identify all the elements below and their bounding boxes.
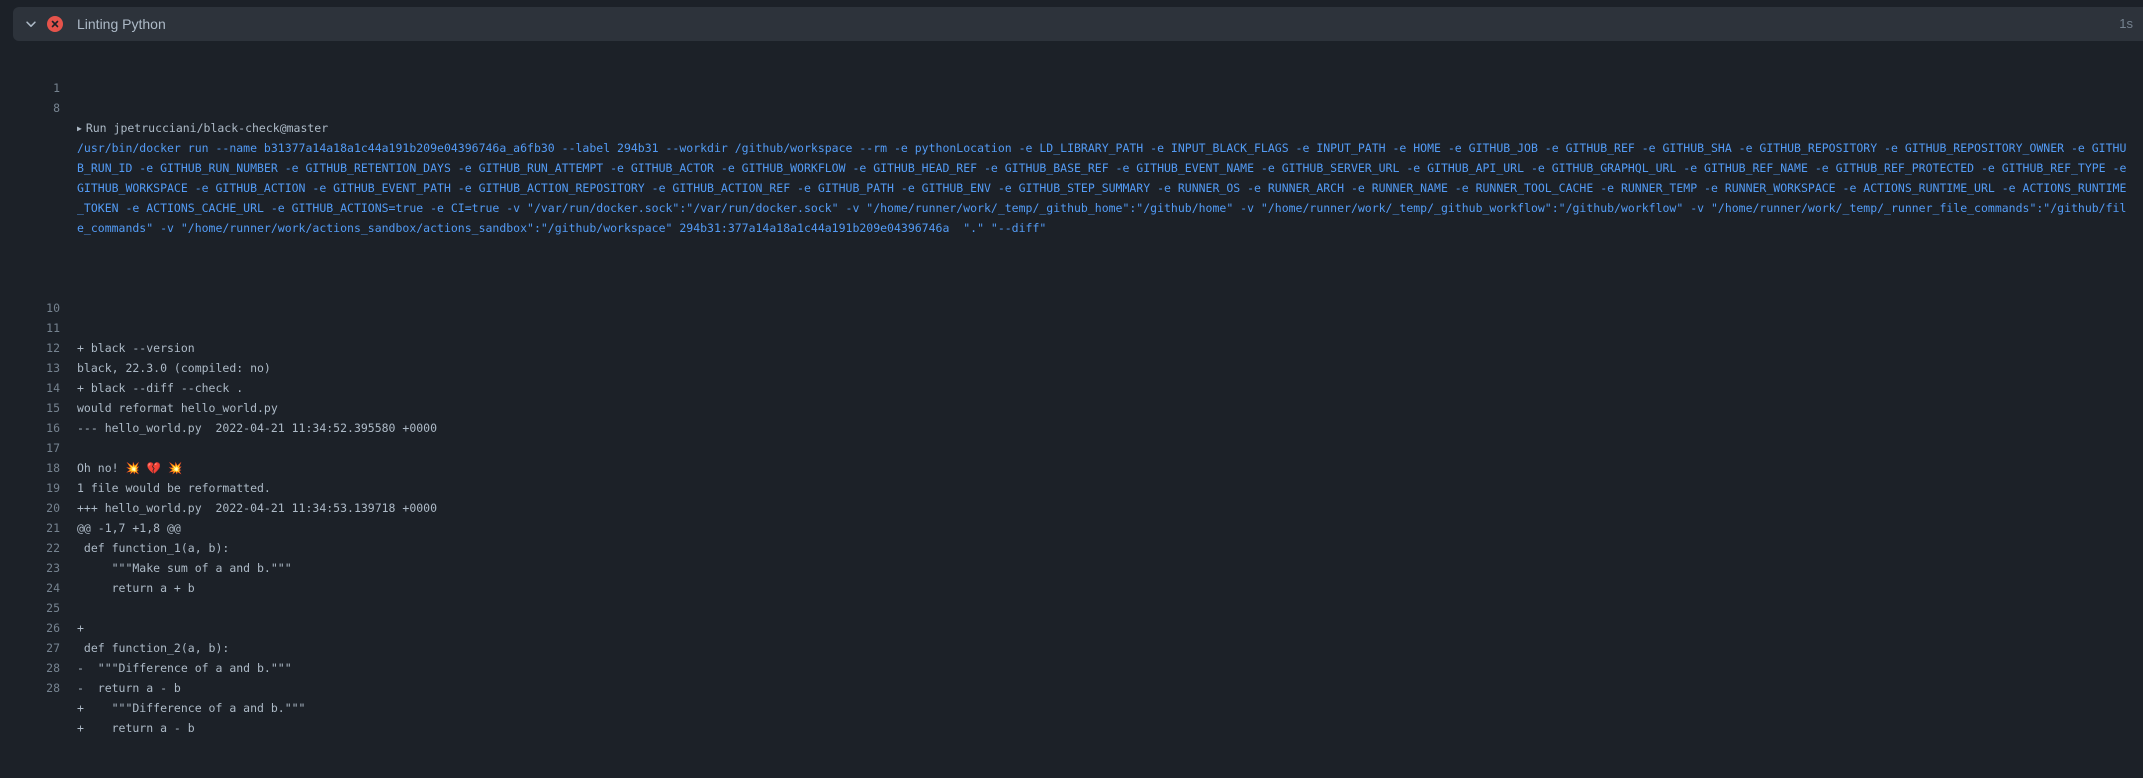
step-header[interactable]: Linting Python 1s (13, 7, 2143, 41)
log-line: 23 (0, 538, 2143, 575)
step-title: Linting Python (77, 16, 166, 32)
log-line-group[interactable]: 1 ▶ Run jpetrucciani/black-check@master (0, 58, 2143, 135)
log-text: + return a - b (77, 721, 195, 735)
line-number[interactable]: 28 (0, 678, 60, 698)
log-line: 28 + """Difference of a and b.""" (0, 638, 2143, 715)
log-line: 14 --- hello_world.py 2022-04-21 11:34:5… (0, 358, 2143, 435)
log-line: 17 1 file would be reformatted. (0, 418, 2143, 495)
log-line: 26 - """Difference of a and b.""" (0, 598, 2143, 675)
log-line: 28 + return a - b (0, 658, 2143, 735)
log-line: 27 - return a - b (0, 618, 2143, 695)
log-line: 24 + (0, 558, 2143, 635)
log-line: 11 black, 22.3.0 (compiled: no) (0, 298, 2143, 375)
job-step: Linting Python 1s 1 ▶ Run jpetrucciani/bl… (0, 0, 2143, 735)
docker-command-text: /usr/bin/docker run --name b31377a14a18a… (77, 141, 2134, 235)
log-line: 13 would reformat hello_world.py (0, 338, 2143, 415)
log-text: + """Difference of a and b.""" (77, 701, 306, 715)
log-output: 1 ▶ Run jpetrucciani/black-check@master 8… (0, 58, 2143, 735)
log-line: 25 def function_2(a, b): (0, 578, 2143, 655)
log-line: 15 (0, 378, 2143, 415)
chevron-down-icon[interactable] (23, 16, 39, 32)
log-line: 8 /usr/bin/docker run --name b31377a14a1… (0, 78, 2143, 278)
step-duration: 1s (2119, 16, 2133, 31)
failure-x-icon (47, 16, 63, 32)
log-line: 19 @@ -1,7 +1,8 @@ (0, 458, 2143, 535)
log-line: 18 +++ hello_world.py 2022-04-21 11:34:5… (0, 438, 2143, 515)
log-line: 12 + black --diff --check . (0, 318, 2143, 395)
log-line: 20 def function_1(a, b): (0, 478, 2143, 555)
log-line: 10 + black --version (0, 278, 2143, 355)
log-text: - return a - b (77, 681, 181, 695)
line-number[interactable]: 8 (0, 98, 60, 118)
log-line: 21 """Make sum of a and b.""" (0, 498, 2143, 575)
log-line: 16 Oh no! 💥 💔 💥 (0, 398, 2143, 475)
log-line: 22 return a + b (0, 518, 2143, 595)
